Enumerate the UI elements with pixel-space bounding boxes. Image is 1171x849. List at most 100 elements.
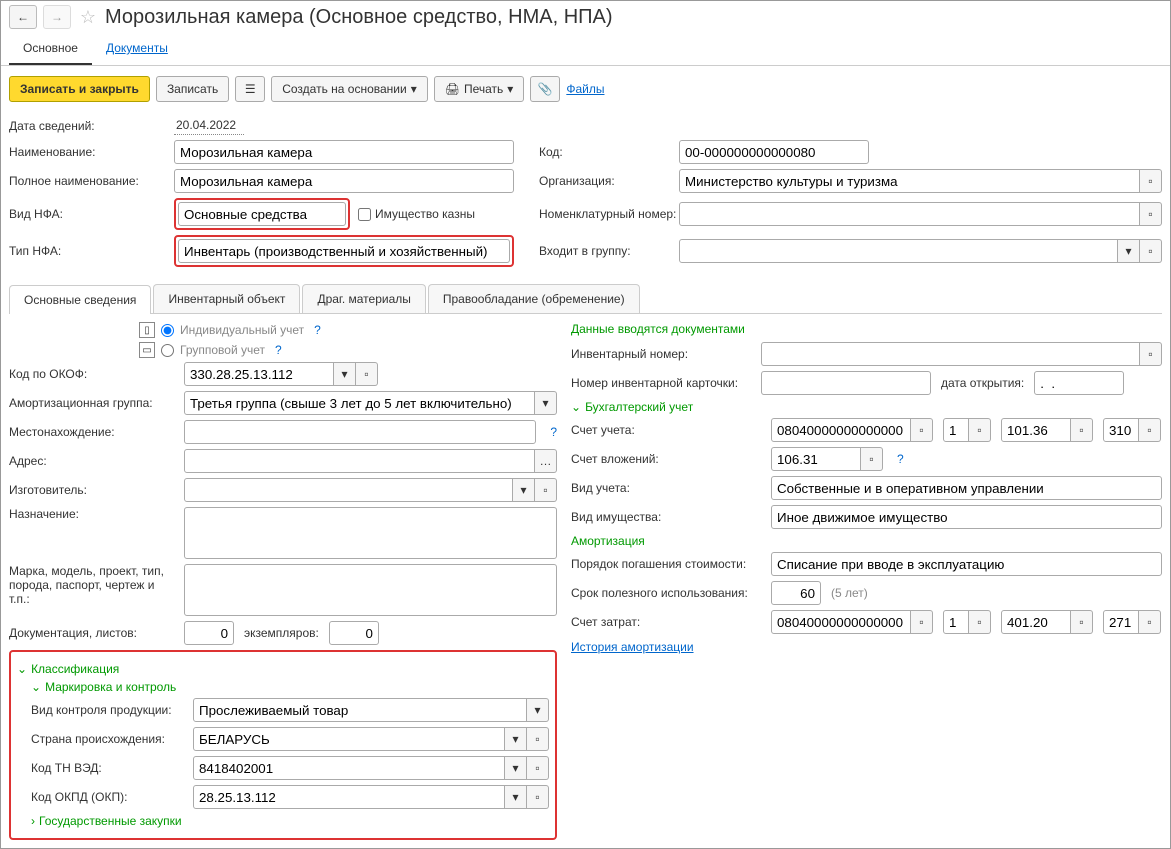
amort-history-link[interactable]: История амортизации [571, 640, 694, 654]
acc-input[interactable] [771, 418, 911, 442]
nav-tab-documents[interactable]: Документы [92, 33, 182, 65]
docs-input[interactable] [184, 621, 234, 645]
code-label: Код: [539, 145, 679, 159]
nfa-kind-input[interactable] [178, 202, 346, 226]
treasury-checkbox[interactable] [358, 208, 371, 221]
date-value[interactable]: 20.04.2022 [174, 116, 244, 135]
invacc-open-button[interactable]: ▫ [861, 447, 883, 471]
name-input[interactable] [174, 140, 514, 164]
control-kind-dropdown-button[interactable]: ▾ [527, 698, 549, 722]
invnum-input[interactable] [761, 342, 1140, 366]
group-open-button[interactable]: ▫ [1140, 239, 1162, 263]
tnved-input[interactable] [193, 756, 505, 780]
cost-sub1-input[interactable] [943, 610, 969, 634]
life-input[interactable] [771, 581, 821, 605]
tab-main-info[interactable]: Основные сведения [9, 285, 151, 314]
nav-back-button[interactable]: ← [9, 5, 37, 29]
org-input[interactable] [679, 169, 1140, 193]
nav-forward-button[interactable]: → [43, 5, 71, 29]
okof-input[interactable] [184, 362, 334, 386]
okpd-dropdown-button[interactable]: ▾ [505, 785, 527, 809]
buh-toggle[interactable]: ⌄Бухгалтерский учет [571, 400, 1162, 414]
acc-sub3-open-button[interactable]: ▫ [1139, 418, 1161, 442]
acc-sub1-input[interactable] [943, 418, 969, 442]
nfa-type-input[interactable] [178, 239, 510, 263]
country-dropdown-button[interactable]: ▾ [505, 727, 527, 751]
save-and-close-button[interactable]: Записать и закрыть [9, 76, 150, 102]
files-link[interactable]: Файлы [566, 82, 604, 96]
chevron-down-icon: ⌄ [17, 662, 27, 676]
group-radio[interactable] [161, 344, 174, 357]
country-input[interactable] [193, 727, 505, 751]
individual-label: Индивидуальный учет [180, 323, 304, 337]
cardnum-input[interactable] [761, 371, 931, 395]
favorite-star-icon[interactable]: ☆ [77, 6, 99, 28]
amortgrp-input[interactable] [184, 391, 535, 415]
acc-sub2-open-button[interactable]: ▫ [1071, 418, 1093, 442]
org-open-button[interactable]: ▫ [1140, 169, 1162, 193]
okpd-input[interactable] [193, 785, 505, 809]
okof-dropdown-button[interactable]: ▾ [334, 362, 356, 386]
propkind-label: Вид имущества: [571, 510, 761, 524]
model-textarea[interactable] [184, 564, 557, 616]
tab-inventory-object[interactable]: Инвентарный объект [153, 284, 300, 313]
life-label: Срок полезного использования: [571, 586, 761, 600]
propkind-input[interactable] [771, 505, 1162, 529]
code-input[interactable] [679, 140, 869, 164]
address-edit-button[interactable]: … [535, 449, 557, 473]
tab-precious-materials[interactable]: Драг. материалы [302, 284, 425, 313]
marking-toggle[interactable]: ⌄Маркировка и контроль [31, 680, 549, 694]
nomnum-open-button[interactable]: ▫ [1140, 202, 1162, 226]
maker-dropdown-button[interactable]: ▾ [513, 478, 535, 502]
tnved-dropdown-button[interactable]: ▾ [505, 756, 527, 780]
costacc-input[interactable] [771, 610, 911, 634]
control-kind-input[interactable] [193, 698, 527, 722]
amortgrp-dropdown-button[interactable]: ▾ [535, 391, 557, 415]
save-button[interactable]: Записать [156, 76, 229, 102]
help-icon[interactable]: ? [897, 452, 904, 466]
cost-sub2-open-button[interactable]: ▫ [1071, 610, 1093, 634]
chevron-down-icon: ⌄ [571, 400, 581, 414]
copies-input[interactable] [329, 621, 379, 645]
individual-radio[interactable] [161, 324, 174, 337]
nav-tab-main[interactable]: Основное [9, 33, 92, 65]
nomnum-input[interactable] [679, 202, 1140, 226]
group-dropdown-button[interactable]: ▾ [1118, 239, 1140, 263]
maker-open-button[interactable]: ▫ [535, 478, 557, 502]
classification-toggle[interactable]: ⌄Классификация [17, 662, 549, 676]
costacc-open-button[interactable]: ▫ [911, 610, 933, 634]
cost-sub3-input[interactable] [1103, 610, 1139, 634]
okof-open-button[interactable]: ▫ [356, 362, 378, 386]
acc-sub1-open-button[interactable]: ▫ [969, 418, 991, 442]
fullname-input[interactable] [174, 169, 514, 193]
print-button[interactable]: 🖨 Печать ▾ [434, 76, 525, 102]
cost-sub2-input[interactable] [1001, 610, 1071, 634]
opendate-input[interactable] [1034, 371, 1124, 395]
list-icon-button[interactable]: ☰ [235, 76, 265, 102]
acc-open-button[interactable]: ▫ [911, 418, 933, 442]
create-from-button[interactable]: Создать на основании ▾ [271, 76, 428, 102]
acc-sub2-input[interactable] [1001, 418, 1071, 442]
invacc-input[interactable] [771, 447, 861, 471]
goszakup-toggle[interactable]: ›Государственные закупки [31, 814, 549, 828]
cost-sub1-open-button[interactable]: ▫ [969, 610, 991, 634]
location-input[interactable] [184, 420, 536, 444]
tnved-label: Код ТН ВЭД: [31, 761, 183, 775]
help-icon[interactable]: ? [314, 323, 321, 337]
address-input[interactable] [184, 449, 535, 473]
repay-input[interactable] [771, 552, 1162, 576]
acc-sub3-input[interactable] [1103, 418, 1139, 442]
okpd-open-button[interactable]: ▫ [527, 785, 549, 809]
tab-rights[interactable]: Правообладание (обременение) [428, 284, 640, 313]
help-icon[interactable]: ? [550, 425, 557, 439]
group-input[interactable] [679, 239, 1118, 263]
invnum-open-button[interactable]: ▫ [1140, 342, 1162, 366]
acckind-input[interactable] [771, 476, 1162, 500]
help-icon[interactable]: ? [275, 343, 282, 357]
purpose-textarea[interactable] [184, 507, 557, 559]
attach-button[interactable] [530, 76, 560, 102]
tnved-open-button[interactable]: ▫ [527, 756, 549, 780]
country-open-button[interactable]: ▫ [527, 727, 549, 751]
maker-input[interactable] [184, 478, 513, 502]
cost-sub3-open-button[interactable]: ▫ [1139, 610, 1161, 634]
